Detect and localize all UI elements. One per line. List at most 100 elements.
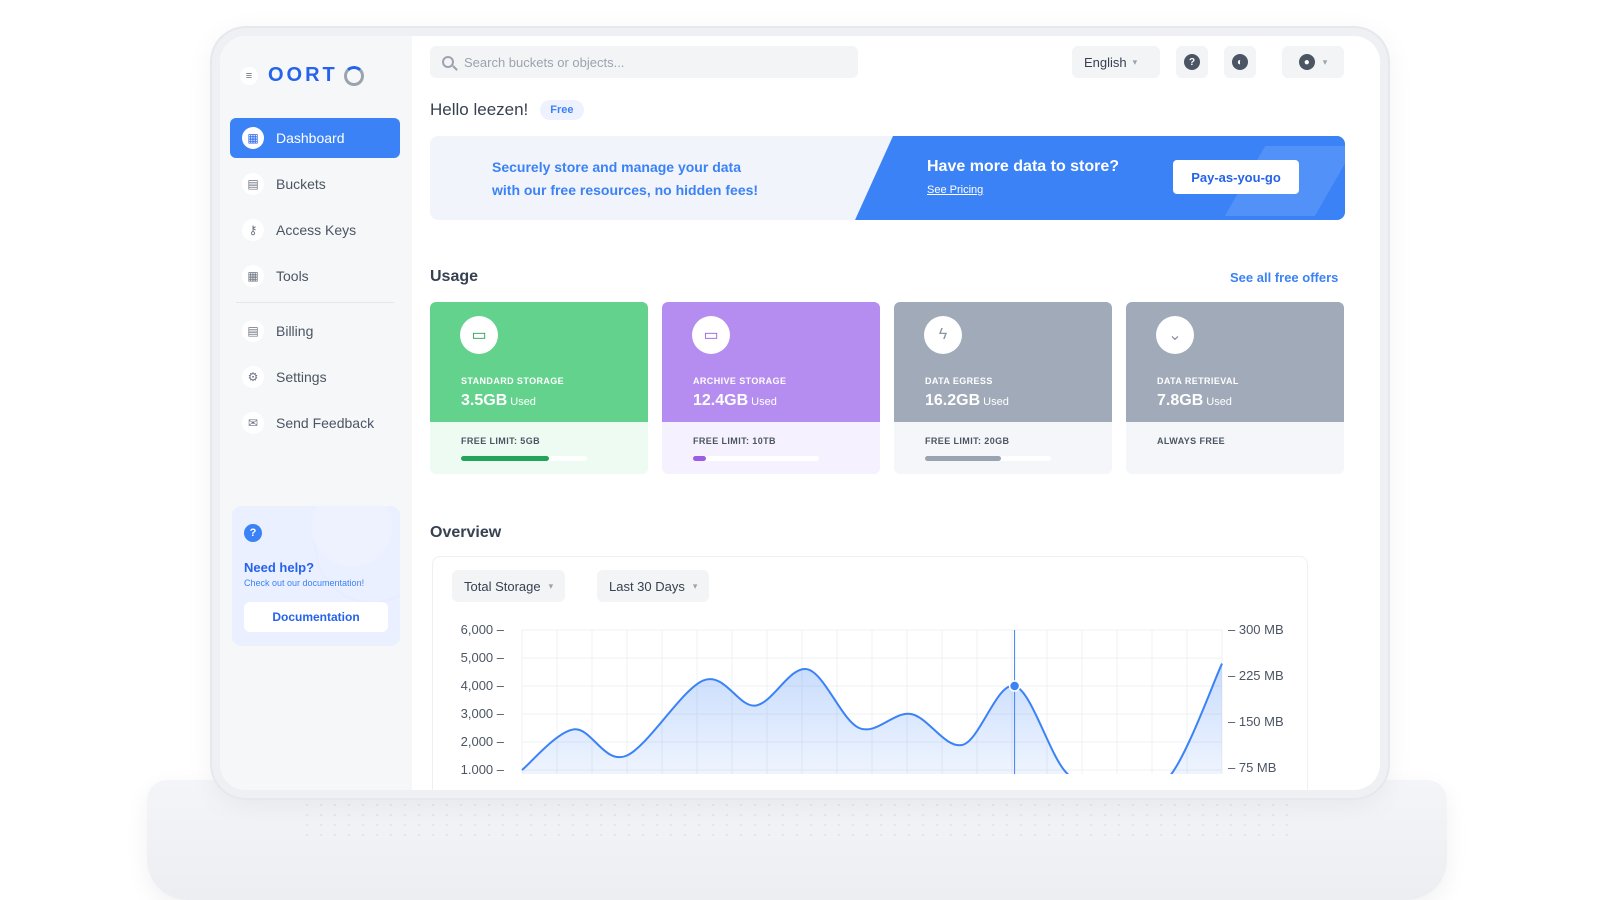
left-tick-label: 5,000 – [461, 650, 505, 665]
usage-card-header: ▭ STANDARD STORAGE 3.5GB Used [430, 302, 648, 422]
right-tick-label: – 300 MB [1228, 622, 1284, 637]
logo-text[interactable]: OORT [268, 64, 338, 87]
promo-title: Have more data to store? [927, 158, 1120, 175]
usage-card-label: STANDARD STORAGE [461, 376, 565, 386]
help-card: ? Need help? Check out our documentation… [232, 506, 400, 646]
usage-card-value: 3.5GB Used [461, 392, 536, 410]
promo-cta-panel: Have more data to store? See Pricing Pay… [855, 136, 1345, 220]
globe-icon: ◐ [1232, 54, 1248, 70]
usage-amount: 7.8GB [1157, 392, 1204, 409]
sidebar: ≡ OORT ▦ Dashboard ▤ Buckets ⚷ Access Keys ▦ To… [220, 36, 412, 790]
sidebar-item-buckets[interactable]: ▤ Buckets [230, 164, 400, 204]
brand: ≡ OORT [240, 64, 364, 87]
usage-card-data-retrieval[interactable]: ⌄ DATA RETRIEVAL 7.8GB Used ALWAYS FREE [1126, 302, 1344, 474]
menu-icon[interactable]: ≡ [240, 66, 258, 85]
billing-icon: ▤ [242, 320, 264, 342]
help-title: Need help? [244, 560, 315, 575]
bolt-icon: ϟ [924, 316, 962, 354]
nav-separator [236, 302, 394, 303]
promo-line-2: with our free resources, no hidden fees! [492, 182, 759, 198]
usage-limit: FREE LIMIT: 10TB [693, 436, 776, 446]
see-pricing-link[interactable]: See Pricing [927, 184, 983, 196]
range-select[interactable]: Last 30 Days ▾ [597, 570, 710, 602]
plan-badge: Free [540, 100, 584, 120]
sidebar-item-billing[interactable]: ▤ Billing [230, 311, 400, 351]
usage-card-value: 12.4GB Used [693, 392, 777, 410]
usage-progress-track [461, 456, 587, 461]
sidebar-item-access-keys[interactable]: ⚷ Access Keys [230, 210, 400, 250]
right-tick-label: – 150 MB [1228, 714, 1284, 729]
usage-used-label: Used [510, 396, 536, 408]
metric-select-label: Total Storage [464, 578, 541, 594]
left-tick-label: 6,000 – [461, 622, 505, 637]
left-tick-label: 3,000 – [461, 706, 505, 721]
archive-icon: ▭ [692, 316, 730, 354]
usage-card-data-egress[interactable]: ϟ DATA EGRESS 16.2GB Used FREE LIMIT: 20GB [894, 302, 1112, 474]
pay-as-you-go-button[interactable]: Pay-as-you-go [1173, 160, 1299, 194]
usage-card-archive-storage[interactable]: ▭ ARCHIVE STORAGE 12.4GB Used FREE LIMIT: 10… [662, 302, 880, 474]
laptop-mockup: ≡ OORT ▦ Dashboard ▤ Buckets ⚷ Access Keys ▦ To… [0, 0, 1600, 900]
usage-card-label: ARCHIVE STORAGE [693, 376, 787, 386]
network-button[interactable]: ◐ [1224, 46, 1256, 78]
usage-card-standard-storage[interactable]: ▭ STANDARD STORAGE 3.5GB Used FREE LIMIT: 5G… [430, 302, 648, 474]
chevron-down-icon: ▾ [1132, 56, 1138, 67]
range-select-label: Last 30 Days [609, 578, 685, 594]
sidebar-item-label: Billing [276, 323, 314, 339]
sidebar-item-label: Settings [276, 369, 327, 385]
laptop-keyboard [300, 800, 1300, 840]
search-placeholder: Search buckets or objects... [464, 54, 625, 70]
usage-progress-fill [693, 456, 706, 461]
hover-point[interactable] [1008, 680, 1021, 692]
usage-progress-fill [925, 456, 1001, 461]
logo-ring-icon [343, 65, 364, 86]
right-tick-label: – 225 MB [1228, 668, 1284, 683]
sidebar-item-label: Access Keys [276, 222, 357, 238]
see-all-free-offers-link[interactable]: See all free offers [1230, 270, 1338, 285]
usage-card-footer: ALWAYS FREE [1126, 422, 1344, 474]
usage-amount: 16.2GB [925, 392, 981, 409]
archive-icon: ▭ [460, 316, 498, 354]
usage-progress-fill [461, 456, 550, 461]
usage-used-label: Used [1206, 396, 1232, 408]
chevrons-down-icon: ⌄ [1156, 316, 1194, 354]
main-content: Search buckets or objects... English ▾ ?… [412, 36, 1380, 790]
feedback-icon: ✉ [242, 412, 264, 434]
sidebar-item-label: Buckets [276, 176, 326, 192]
help-button[interactable]: ? [1176, 46, 1208, 78]
language-label: English [1084, 54, 1127, 70]
usage-card-label: DATA RETRIEVAL [1157, 376, 1239, 386]
dashboard-icon: ▦ [242, 127, 264, 149]
usage-card-value: 16.2GB Used [925, 392, 1009, 410]
left-tick-label: 4,000 – [461, 678, 505, 693]
search-input[interactable]: Search buckets or objects... [430, 46, 858, 78]
app-screen: ≡ OORT ▦ Dashboard ▤ Buckets ⚷ Access Keys ▦ To… [220, 36, 1380, 790]
usage-limit: FREE LIMIT: 5GB [461, 436, 541, 446]
sidebar-item-settings[interactable]: ⚙ Settings [230, 357, 400, 397]
laptop-base [147, 780, 1447, 900]
sidebar-item-dashboard[interactable]: ▦ Dashboard [230, 118, 400, 158]
usage-amount: 12.4GB [693, 392, 749, 409]
sidebar-item-tools[interactable]: ▦ Tools [230, 256, 400, 296]
usage-card-footer: FREE LIMIT: 5GB [430, 422, 648, 474]
greeting-text: Hello leezen! [430, 100, 529, 119]
documentation-button[interactable]: Documentation [244, 602, 388, 632]
key-icon: ⚷ [242, 219, 264, 241]
chevron-down-icon: ▾ [1322, 56, 1328, 67]
metric-select[interactable]: Total Storage ▾ [452, 570, 566, 602]
usage-used-label: Used [983, 396, 1009, 408]
promo-line-1: Securely store and manage your data [492, 159, 741, 175]
usage-progress-track [925, 456, 1051, 461]
usage-card-header: ϟ DATA EGRESS 16.2GB Used [894, 302, 1112, 422]
sidebar-item-send-feedback[interactable]: ✉ Send Feedback [230, 403, 400, 443]
usage-limit: ALWAYS FREE [1157, 436, 1226, 446]
usage-card-label: DATA EGRESS [925, 376, 993, 386]
question-icon: ? [1184, 54, 1200, 70]
overview-title: Overview [430, 524, 502, 541]
user-icon: ● [1298, 54, 1315, 70]
language-select[interactable]: English ▾ [1072, 46, 1160, 78]
promo-message: Securely store and manage your data with… [492, 156, 758, 202]
usage-used-label: Used [751, 396, 777, 408]
user-menu-button[interactable]: ● ▾ [1282, 46, 1344, 78]
sidebar-item-label: Tools [276, 268, 309, 284]
usage-card-value: 7.8GB Used [1157, 392, 1232, 410]
